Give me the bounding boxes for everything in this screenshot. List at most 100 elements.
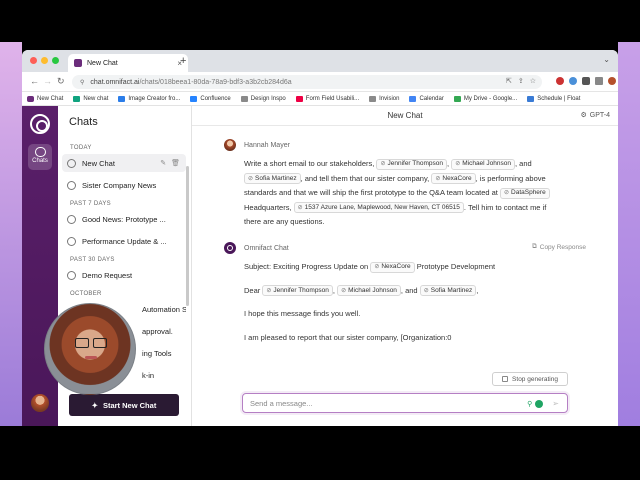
minimize-window-button[interactable] xyxy=(41,57,48,64)
trash-icon[interactable]: 🗑 xyxy=(171,159,180,167)
tab-search-chevron-icon[interactable]: ⌄ xyxy=(603,55,610,64)
new-tab-icon[interactable]: + xyxy=(180,55,186,67)
message-input[interactable] xyxy=(250,398,510,408)
screen-border-bottom xyxy=(0,426,640,480)
link-icon: ⊘ xyxy=(503,190,510,197)
bookmark-item[interactable]: New chat xyxy=(73,95,108,102)
assistant-message: Omnifact Chat Subject: Exciting Progress… xyxy=(224,242,554,354)
section-label: PAST 7 DAYS xyxy=(70,201,111,207)
bookmark-item[interactable]: Form Field Usabili... xyxy=(295,95,359,102)
chat-header: New Chat ⚙ GPT-4 xyxy=(192,106,618,126)
stop-generating-button[interactable]: Stop generating xyxy=(492,372,568,386)
maximize-window-button[interactable] xyxy=(52,57,59,64)
message-text: Write a short email to our stakeholders,… xyxy=(244,157,554,230)
chat-title: New Chat xyxy=(387,111,423,120)
entity-chip[interactable]: ⊘ Michael Johnson xyxy=(337,285,401,297)
copy-response-button[interactable]: ⧉ Copy Response xyxy=(532,243,586,251)
omnifact-logo-icon[interactable] xyxy=(30,114,50,134)
extensions-puzzle-icon[interactable] xyxy=(582,76,590,85)
open-external-icon[interactable]: ⇱ xyxy=(506,77,512,85)
sidebar-panel-icon[interactable] xyxy=(595,76,603,85)
browser-tab[interactable]: New Chat × xyxy=(68,54,188,72)
chat-item[interactable]: New Chat ✎ 🗑 xyxy=(62,154,186,172)
entity-chip[interactable]: ⊘ Jennifer Thompson xyxy=(376,158,447,170)
entity-chip[interactable]: ⊘ Jennifer Thompson xyxy=(262,285,333,297)
chat-bubble-icon xyxy=(34,147,46,157)
link-icon: ⊘ xyxy=(341,287,347,294)
desktop-background-right xyxy=(618,42,640,426)
link-icon: ⊘ xyxy=(435,175,441,182)
entity-chip[interactable]: ⊘ Sofia Martinez xyxy=(419,285,477,297)
stop-icon xyxy=(502,376,509,382)
back-icon[interactable]: ← xyxy=(30,76,39,86)
entity-chip[interactable]: ⊘ DataSphere xyxy=(499,187,550,199)
chat-item[interactable]: Good News: Prototype ... xyxy=(62,210,186,228)
reload-icon[interactable]: ↻ xyxy=(57,76,65,87)
link-icon: ⊘ xyxy=(423,287,429,294)
message-author: Hannah Mayer xyxy=(244,141,290,149)
message-author: Omnifact Chat xyxy=(244,244,289,252)
chat-item[interactable]: Performance Update & ... xyxy=(62,232,186,250)
sidebar-title: Chats xyxy=(69,116,98,128)
microphone-icon[interactable]: ⚲ xyxy=(527,400,532,408)
message-text: Subject: Exciting Progress Update on ⊘ Ne… xyxy=(244,261,496,342)
bookmark-item[interactable]: My Drive - Google... xyxy=(453,95,517,102)
bookmark-folder[interactable]: Design Inspo xyxy=(240,95,286,102)
entity-chip[interactable]: ⊘ Sofia Martinez xyxy=(244,173,301,185)
entity-chip[interactable]: ⊘ 1537 Azure Lane, Maplewood, New Haven, … xyxy=(293,202,464,214)
edit-icon[interactable]: ✎ xyxy=(160,159,166,167)
section-label: OCTOBER xyxy=(70,291,102,297)
user-avatar[interactable] xyxy=(31,394,49,412)
url-field[interactable]: ⚲ chat.omnifact.ai/chats/018beea1-80da-7… xyxy=(72,75,542,89)
link-icon: ⊘ xyxy=(374,264,380,271)
bookmark-item[interactable]: Confluence xyxy=(190,95,231,102)
extension-icon[interactable] xyxy=(569,76,577,85)
folder-icon xyxy=(240,95,248,102)
model-selector[interactable]: ⚙ GPT-4 xyxy=(580,111,610,120)
tab-bar: New Chat × + ⌄ xyxy=(22,50,618,72)
entity-chip[interactable]: ⊘ NexaCore xyxy=(431,173,476,185)
bookmark-item[interactable]: Image Creator fro... xyxy=(118,95,180,102)
bookmark-star-icon[interactable]: ☆ xyxy=(530,77,536,85)
forward-icon[interactable]: → xyxy=(43,76,52,86)
entity-chip[interactable]: ⊘ Michael Johnson xyxy=(451,158,515,170)
bookmark-item[interactable]: Calendar xyxy=(409,95,444,102)
link-icon: ⊘ xyxy=(455,161,461,168)
entity-chip[interactable]: ⊘ NexaCore xyxy=(370,261,415,273)
omnifact-bot-avatar xyxy=(224,242,236,254)
chat-bubble-icon xyxy=(67,214,76,224)
bookmark-folder[interactable]: Invision xyxy=(369,95,399,102)
omnifact-favicon-icon xyxy=(74,59,82,67)
bookmarks-bar: New Chat New chat Image Creator fro... C… xyxy=(22,92,618,106)
copy-icon: ⧉ xyxy=(532,243,537,250)
close-window-button[interactable] xyxy=(30,57,37,64)
float-favicon-icon xyxy=(527,95,535,102)
page-favicon-icon xyxy=(295,95,303,102)
link-icon: ⊘ xyxy=(297,204,303,211)
send-icon[interactable]: ➢ xyxy=(552,399,559,408)
sparkle-icon: ✦ xyxy=(91,400,98,410)
rail-chats-button[interactable]: Chats xyxy=(28,144,52,170)
message-input-box[interactable]: ⚲ ➢ xyxy=(242,393,568,413)
section-label: PAST 30 DAYS xyxy=(70,257,115,263)
bookmark-item[interactable]: Schedule | Float xyxy=(527,95,580,102)
address-bar-row: ← → ↻ ⚲ chat.omnifact.ai/chats/018beea1-… xyxy=(22,72,618,92)
user-message: Hannah Mayer Write a short email to our … xyxy=(224,139,554,230)
tab-title: New Chat xyxy=(87,59,118,67)
link-icon: ⊘ xyxy=(266,287,272,294)
chat-item[interactable]: Sister Company News xyxy=(62,176,186,194)
bookmark-item[interactable]: New Chat xyxy=(27,95,63,102)
sidebar-scrollbar[interactable] xyxy=(186,166,189,306)
person-mouth xyxy=(85,356,97,359)
confluence-favicon-icon xyxy=(190,95,198,102)
chat-bubble-icon xyxy=(67,158,76,168)
chat-item[interactable]: Demo Request xyxy=(62,266,186,284)
grammarly-icon[interactable] xyxy=(535,399,544,408)
site-info-icon[interactable]: ⚲ xyxy=(80,79,84,86)
section-label: TODAY xyxy=(70,145,92,151)
extension-icon[interactable] xyxy=(556,76,564,85)
profile-avatar-icon[interactable] xyxy=(608,76,616,85)
url-path: /chats/018beea1-80da-78a9-bdf3-a3b2cb284… xyxy=(139,78,292,86)
share-icon[interactable]: ⇪ xyxy=(518,77,524,85)
start-new-chat-button[interactable]: ✦ Start New Chat xyxy=(69,394,179,416)
